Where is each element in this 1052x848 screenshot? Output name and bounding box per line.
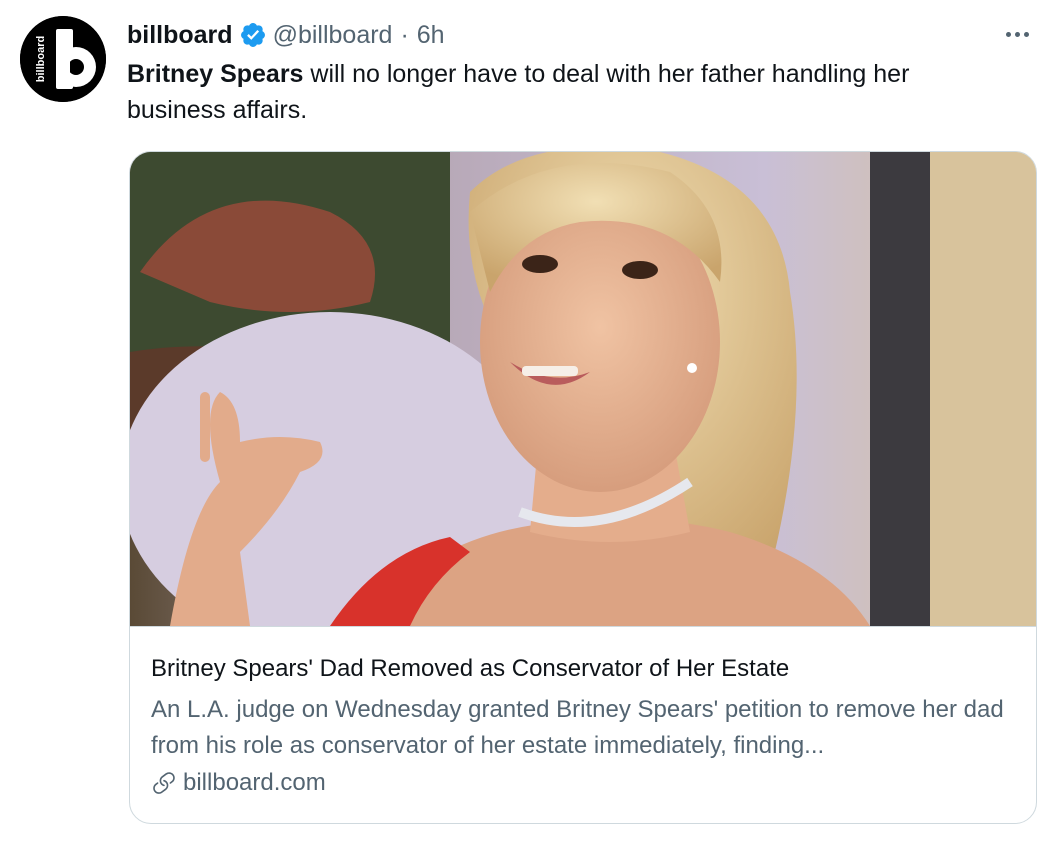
tweet-timestamp[interactable]: 6h	[417, 21, 445, 50]
tweet-text-bold[interactable]: Britney Spears	[127, 60, 303, 88]
card-image[interactable]	[130, 152, 1036, 627]
header-separator: ·	[400, 20, 409, 49]
card-domain-text[interactable]: billboard.com	[183, 769, 326, 797]
britney-photo-image	[130, 152, 1036, 626]
more-options-icon[interactable]	[1000, 20, 1034, 48]
card-domain[interactable]: billboard.com	[151, 765, 326, 801]
billboard-logo-icon: billboard	[20, 16, 106, 102]
author-handle[interactable]: @billboard	[273, 21, 393, 50]
tweet-header: billboard @billboard · 6h	[127, 18, 445, 52]
link-icon	[151, 770, 177, 796]
link-card[interactable]: Britney Spears' Dad Removed as Conservat…	[129, 151, 1037, 824]
avatar-text: billboard	[35, 36, 47, 82]
author-display-name[interactable]: billboard	[127, 21, 233, 50]
verified-badge-icon	[239, 21, 267, 49]
author-avatar[interactable]: billboard	[20, 16, 106, 102]
card-description: An L.A. judge on Wednesday granted Britn…	[151, 696, 1004, 759]
card-title[interactable]: Britney Spears' Dad Removed as Conservat…	[151, 652, 1021, 686]
tweet-text: Britney Spears will no longer have to de…	[127, 56, 1007, 128]
